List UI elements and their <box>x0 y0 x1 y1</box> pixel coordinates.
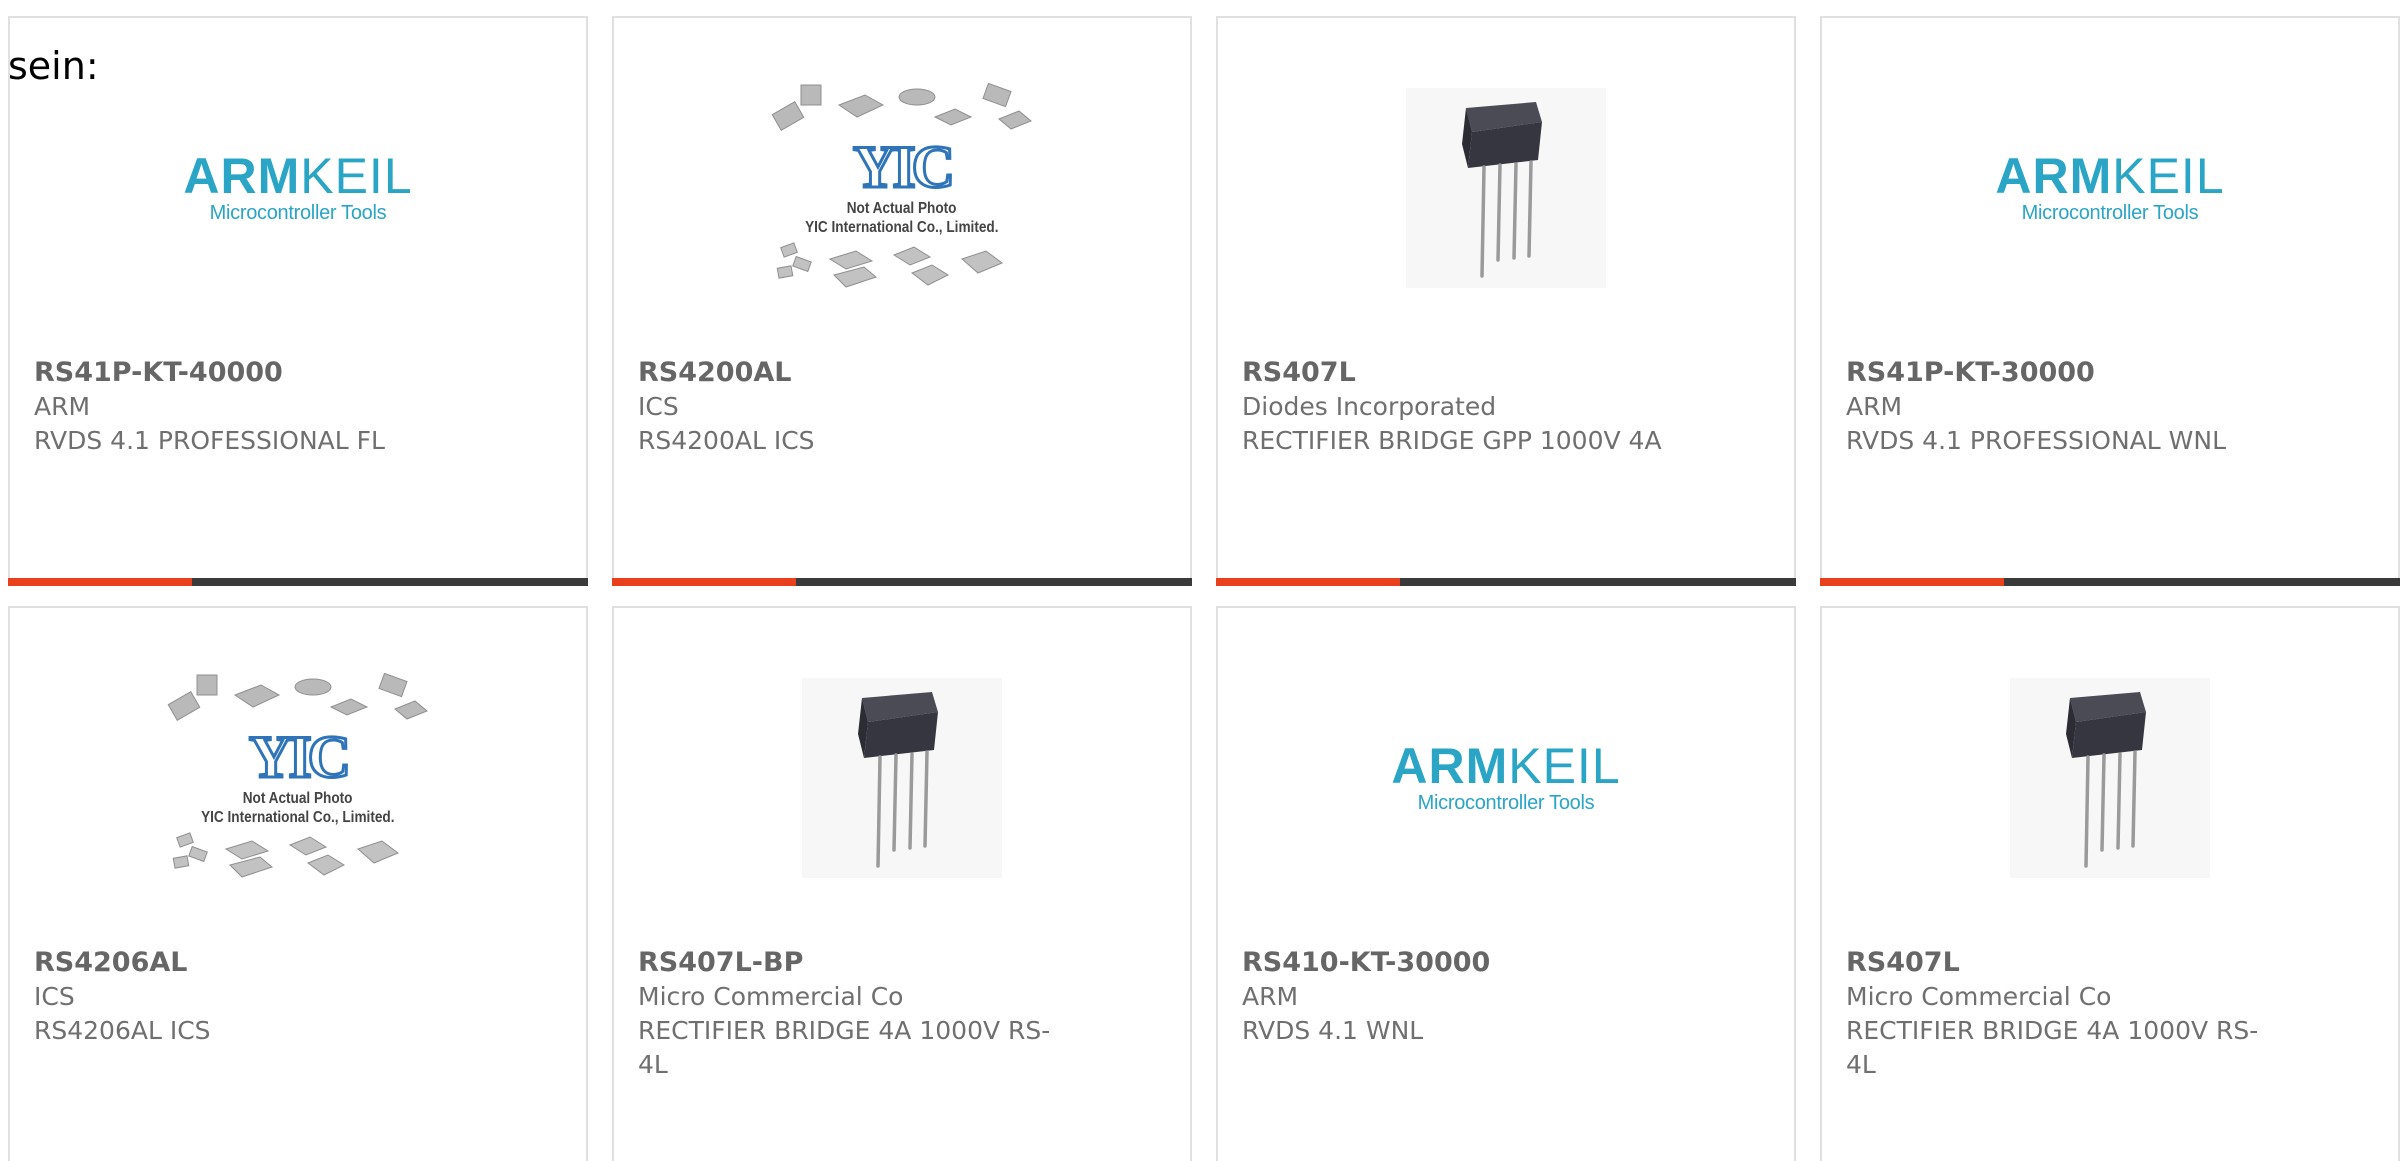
armkeil-logo: ARMKEIL Microcontroller Tools <box>1391 741 1620 815</box>
product-info: RS407L-BP Micro Commercial Co RECTIFIER BR… <box>638 946 1150 1082</box>
chip-icons-bottom <box>776 242 1003 288</box>
product-info: RS4200AL ICS RS4200AL ICS <box>638 356 1150 458</box>
armkeil-logo: ARMKEIL Microcontroller Tools <box>1995 151 2224 225</box>
manufacturer-name: ARM <box>1846 392 1903 421</box>
product-description: RS4206AL ICS <box>34 1016 211 1045</box>
product-description: RVDS 4.1 PROFESSIONAL WNL <box>1846 426 2226 455</box>
logo-word-keil: KEIL <box>300 148 413 204</box>
product-card[interactable]: RS407L Micro Commercial Co RECTIFIER BRIDG… <box>1820 606 2400 1161</box>
product-image[interactable]: YIC Not Actual Photo YIC International C… <box>10 608 586 948</box>
yic-placeholder-image: YIC Not Actual Photo YIC International C… <box>767 83 1037 293</box>
product-description: RS4200AL ICS <box>638 426 815 455</box>
yic-caption-line1: Not Actual Photo <box>847 200 957 217</box>
yic-logo-mark: YIC <box>851 134 956 201</box>
product-image[interactable] <box>1218 18 1794 358</box>
bridge-rectifier-image <box>1406 88 1606 288</box>
chip-icons-bottom <box>172 832 399 878</box>
product-info: RS41P-KT-30000 ARM RVDS 4.1 PROFESSIONAL W… <box>1846 356 2358 458</box>
yic-caption-line1: Not Actual Photo <box>243 790 353 807</box>
manufacturer-name: Diodes Incorporated <box>1242 392 1497 421</box>
product-image[interactable] <box>1822 608 2398 948</box>
product-description: RVDS 4.1 WNL <box>1242 1016 1424 1045</box>
yic-logo-mark: YIC <box>247 724 352 791</box>
product-card[interactable]: ARMKEIL Microcontroller Tools RS410-KT-3… <box>1216 606 1796 1161</box>
yic-placeholder-image: YIC Not Actual Photo YIC International C… <box>163 673 433 883</box>
part-number-link[interactable]: RS4206AL <box>34 946 546 980</box>
product-card[interactable]: YIC Not Actual Photo YIC International C… <box>612 16 1192 586</box>
part-number-link[interactable]: RS407L <box>1242 356 1754 390</box>
part-number-link[interactable]: RS407L-BP <box>638 946 1150 980</box>
product-description: RECTIFIER BRIDGE 4A 1000V RS-4L <box>1846 1016 2259 1079</box>
product-description: RECTIFIER BRIDGE GPP 1000V 4A <box>1242 426 1662 455</box>
card-footer-accent <box>612 578 796 586</box>
product-card[interactable]: RS407L-BP Micro Commercial Co RECTIFIER BR… <box>612 606 1192 1161</box>
product-image[interactable]: ARMKEIL Microcontroller Tools <box>1822 18 2398 358</box>
part-number-link[interactable]: RS4200AL <box>638 356 1150 390</box>
product-description: RECTIFIER BRIDGE 4A 1000V RS-4L <box>638 1016 1051 1079</box>
armkeil-wordmark: ARMKEIL <box>1391 741 1620 791</box>
intro-text: sein: <box>8 44 99 88</box>
logo-tagline: Microcontroller Tools <box>209 202 387 224</box>
product-grid-page: sein: ARMKEIL Microcontroller Tools RS41… <box>0 0 2400 1161</box>
logo-word-keil: KEIL <box>2112 148 2225 204</box>
logo-tagline: Microcontroller Tools <box>2021 202 2199 224</box>
card-footer-bar <box>612 578 1192 586</box>
product-card[interactable]: ARMKEIL Microcontroller Tools RS41P-KT-4… <box>8 16 588 586</box>
logo-word-arm: ARM <box>1391 738 1509 794</box>
part-number-link[interactable]: RS410-KT-30000 <box>1242 946 1754 980</box>
armkeil-wordmark: ARMKEIL <box>1995 151 2224 201</box>
bridge-rectifier-image <box>2010 678 2210 878</box>
bridge-rectifier-image <box>802 678 1002 878</box>
product-info: RS407L Micro Commercial Co RECTIFIER BRIDG… <box>1846 946 2358 1082</box>
product-info: RS410-KT-30000 ARM RVDS 4.1 WNL <box>1242 946 1754 1048</box>
logo-tagline: Microcontroller Tools <box>1417 792 1595 814</box>
part-number-link[interactable]: RS41P-KT-40000 <box>34 356 546 390</box>
yic-caption-line2: YIC International Co., Limited. <box>201 809 395 826</box>
logo-word-arm: ARM <box>1995 148 2113 204</box>
chip-icons-top <box>167 673 428 721</box>
product-card[interactable]: ARMKEIL Microcontroller Tools RS41P-KT-3… <box>1820 16 2400 586</box>
chip-icons-top <box>771 83 1032 131</box>
product-image[interactable]: YIC Not Actual Photo YIC International C… <box>614 18 1190 358</box>
card-footer-accent <box>8 578 192 586</box>
card-footer-accent <box>1216 578 1400 586</box>
product-description: RVDS 4.1 PROFESSIONAL FL <box>34 426 385 455</box>
part-number-link[interactable]: RS41P-KT-30000 <box>1846 356 2358 390</box>
logo-word-arm: ARM <box>183 148 301 204</box>
manufacturer-name: ICS <box>638 392 679 421</box>
product-image[interactable]: ARMKEIL Microcontroller Tools <box>1218 608 1794 948</box>
product-card[interactable]: RS407L Diodes Incorporated RECTIFIER BRIDG… <box>1216 16 1796 586</box>
product-card[interactable]: YIC Not Actual Photo YIC International C… <box>8 606 588 1161</box>
logo-word-keil: KEIL <box>1508 738 1621 794</box>
card-footer-accent <box>1820 578 2004 586</box>
yic-caption-line2: YIC International Co., Limited. <box>805 219 999 236</box>
manufacturer-name: ARM <box>1242 982 1299 1011</box>
manufacturer-name: Micro Commercial Co <box>1846 982 2112 1011</box>
product-info: RS4206AL ICS RS4206AL ICS <box>34 946 546 1048</box>
manufacturer-name: ICS <box>34 982 75 1011</box>
manufacturer-name: Micro Commercial Co <box>638 982 904 1011</box>
product-info: RS407L Diodes Incorporated RECTIFIER BRIDG… <box>1242 356 1754 458</box>
card-footer-bar <box>1216 578 1796 586</box>
manufacturer-name: ARM <box>34 392 91 421</box>
card-footer-bar <box>1820 578 2400 586</box>
armkeil-wordmark: ARMKEIL <box>183 151 412 201</box>
product-image[interactable] <box>614 608 1190 948</box>
product-info: RS41P-KT-40000 ARM RVDS 4.1 PROFESSIONAL F… <box>34 356 546 458</box>
card-footer-bar <box>8 578 588 586</box>
armkeil-logo: ARMKEIL Microcontroller Tools <box>183 151 412 225</box>
part-number-link[interactable]: RS407L <box>1846 946 2358 980</box>
